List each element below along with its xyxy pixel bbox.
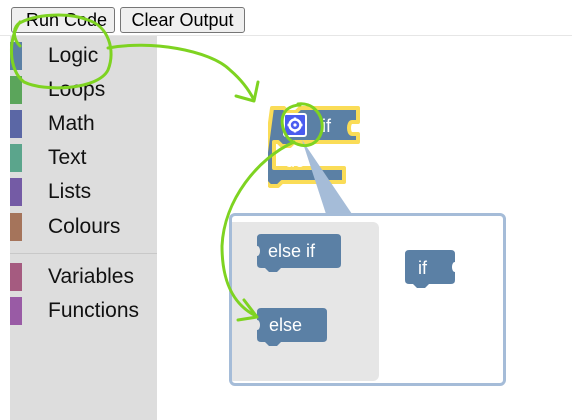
category-label: Functions — [48, 299, 140, 322]
category-loops[interactable]: Loops — [10, 74, 157, 106]
category-variables[interactable]: Variables — [10, 261, 157, 293]
category-text[interactable]: Text — [10, 142, 157, 174]
category-color-stripe — [10, 110, 22, 138]
category-color-stripe — [10, 213, 22, 241]
category-label: Lists — [48, 180, 92, 203]
category-colours[interactable]: Colours — [10, 211, 157, 243]
run-code-button[interactable]: Run Code — [11, 7, 115, 33]
category-color-stripe — [10, 297, 22, 325]
category-label: Loops — [48, 78, 106, 101]
category-label: Text — [48, 146, 87, 169]
category-color-stripe — [10, 42, 22, 70]
gear-glyph — [287, 117, 303, 133]
if-container-block[interactable] — [405, 250, 455, 290]
category-math[interactable]: Math — [10, 108, 157, 140]
category-label: Math — [48, 112, 95, 135]
category-color-stripe — [10, 263, 22, 291]
category-logic[interactable]: Logic — [10, 40, 157, 72]
category-color-stripe — [10, 144, 22, 172]
toolbox: Logic Loops Math Text Lists Colours Vari… — [10, 36, 157, 420]
clear-output-button[interactable]: Clear Output — [120, 7, 245, 33]
if-label: if — [322, 116, 331, 136]
category-functions[interactable]: Functions — [10, 295, 157, 327]
category-label: Variables — [48, 265, 134, 288]
category-label: Logic — [48, 44, 99, 67]
gear-icon[interactable] — [283, 113, 307, 137]
category-color-stripe — [10, 178, 22, 206]
else-label: else — [269, 315, 303, 335]
bubble-pointer — [302, 140, 352, 214]
toolbox-separator — [10, 253, 157, 254]
category-color-stripe — [10, 76, 22, 104]
if-container-label: if — [418, 258, 427, 278]
category-lists[interactable]: Lists — [10, 176, 157, 208]
category-label: Colours — [48, 215, 121, 238]
else-if-label: else if — [268, 241, 316, 261]
